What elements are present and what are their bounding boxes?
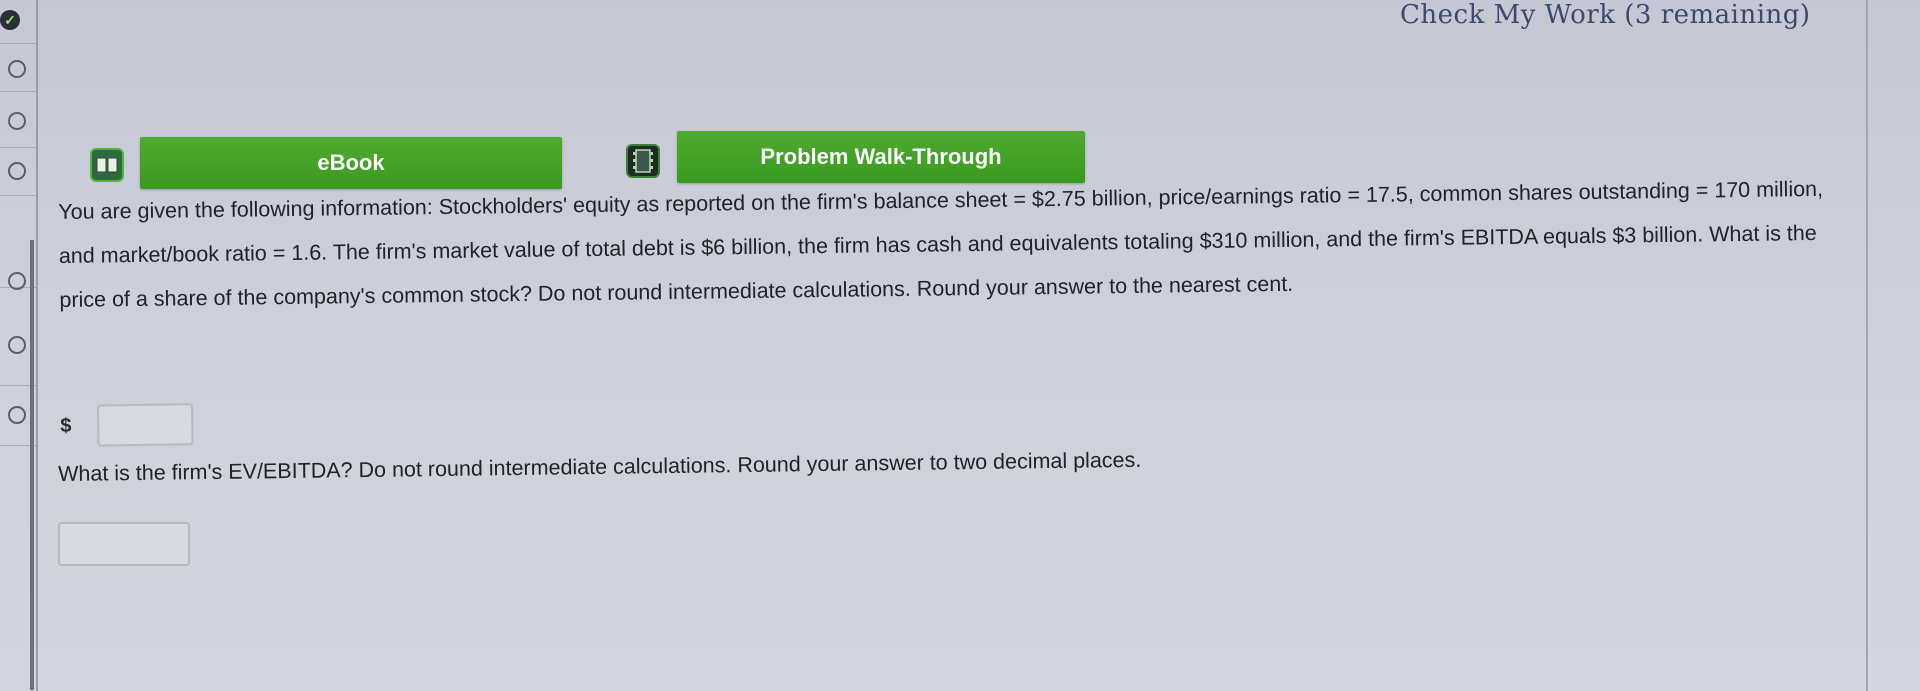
rail-item-1[interactable]: ✓ [0, 0, 36, 44]
circle-icon [8, 336, 26, 354]
circle-icon [8, 112, 26, 130]
ebook-button[interactable]: eBook [140, 137, 562, 189]
currency-symbol: $ [60, 414, 72, 437]
ev-ebitda-input[interactable] [58, 522, 190, 566]
check-icon: ✓ [0, 10, 20, 30]
book-icon[interactable] [90, 148, 124, 182]
circle-icon [8, 162, 26, 180]
share-price-input[interactable] [97, 403, 194, 447]
rail-item-2[interactable] [0, 44, 36, 92]
content-right-border [1866, 0, 1868, 691]
rail-item-3[interactable] [0, 92, 36, 148]
problem-walkthrough-button[interactable]: Problem Walk-Through [677, 131, 1085, 183]
question-text: You are given the following information:… [58, 176, 1824, 312]
rail-item-4[interactable] [0, 148, 36, 196]
question-part2-text: What is the firm's EV/EBITDA? Do not rou… [58, 447, 1142, 486]
circle-icon [8, 60, 26, 78]
check-my-work-link[interactable]: Check My Work (3 remaining) [1400, 0, 1811, 30]
answer-row-1: $ [60, 403, 194, 447]
circle-icon [8, 406, 26, 424]
film-icon[interactable] [626, 144, 660, 178]
rail-scroll-edge [30, 240, 34, 690]
question-nav-rail: ✓ [0, 0, 38, 691]
